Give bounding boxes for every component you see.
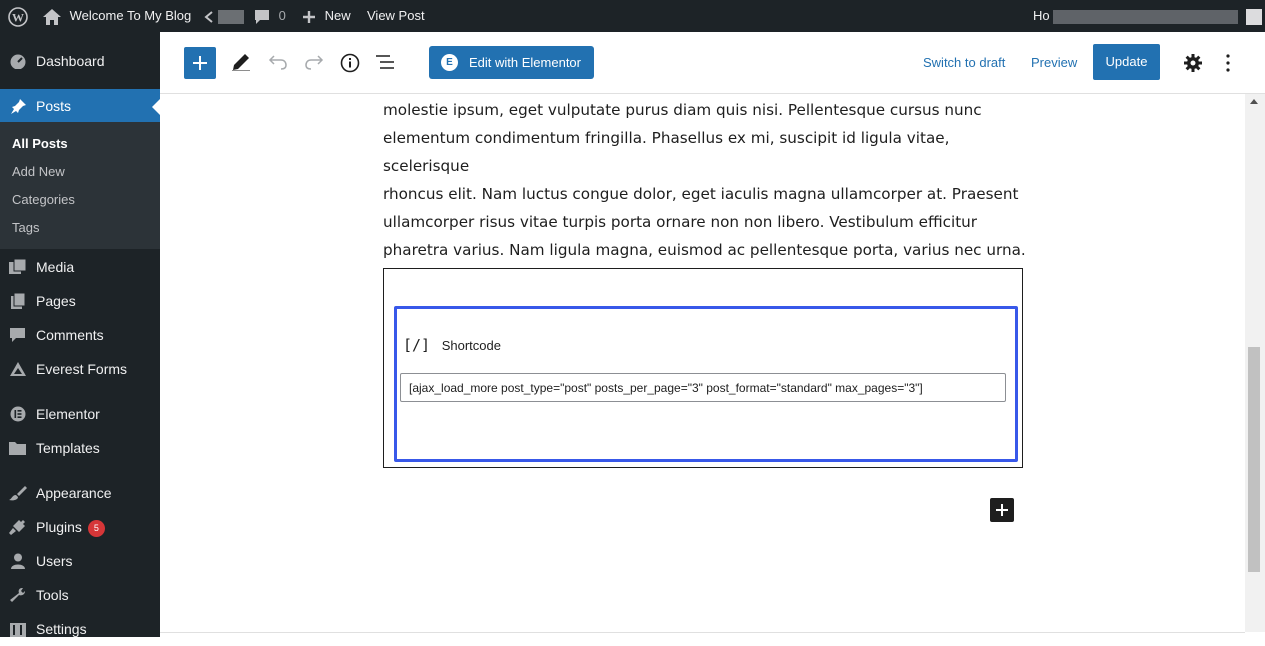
list-view-button[interactable] bbox=[375, 54, 397, 75]
sidebar-item-settings[interactable]: Settings bbox=[0, 612, 160, 646]
media-icon bbox=[9, 259, 27, 274]
editor-toolbar: E Edit with Elementor Switch to draft Pr… bbox=[160, 32, 1265, 94]
comment-bubble-icon bbox=[255, 9, 269, 24]
sidebar-item-media[interactable]: Media bbox=[0, 250, 160, 284]
switch-to-draft-button[interactable]: Switch to draft bbox=[923, 55, 1005, 70]
paragraph-block[interactable]: molestie ipsum, eget vulputate purus dia… bbox=[383, 94, 1033, 264]
paragraph-line: molestie ipsum, eget vulputate purus dia… bbox=[383, 101, 982, 119]
wordpress-logo-icon[interactable]: W bbox=[8, 0, 28, 32]
elementor-icon bbox=[10, 406, 26, 422]
submenu-tags[interactable]: Tags bbox=[12, 214, 39, 242]
pin-icon bbox=[11, 99, 26, 114]
tools-button[interactable] bbox=[232, 53, 250, 76]
sidebar-item-users[interactable]: Users bbox=[0, 544, 160, 578]
content-scrollbar[interactable] bbox=[1245, 94, 1265, 632]
undo-icon bbox=[268, 55, 287, 70]
plug-icon bbox=[9, 520, 25, 535]
plus-icon bbox=[996, 504, 1008, 516]
comments-count: 0 bbox=[278, 8, 286, 23]
pages-icon bbox=[11, 293, 26, 309]
details-button[interactable] bbox=[340, 53, 360, 78]
sidebar-item-dashboard[interactable]: Dashboard bbox=[0, 44, 160, 78]
scrollbar-thumb[interactable] bbox=[1248, 347, 1260, 572]
paragraph-line: elementum condimentum fringilla. Phasell… bbox=[383, 129, 950, 175]
update-button[interactable]: Update bbox=[1093, 44, 1160, 80]
shortcode-block[interactable]: [/] Shortcode bbox=[394, 306, 1018, 462]
paragraph-line: pharetra varius. Nam ligula magna, euism… bbox=[383, 241, 1026, 259]
edit-with-elementor-button[interactable]: E Edit with Elementor bbox=[429, 46, 594, 79]
folder-icon bbox=[9, 442, 26, 455]
sidebar-item-posts[interactable]: Posts bbox=[0, 89, 160, 123]
more-vertical-icon bbox=[1226, 54, 1230, 72]
sidebar-item-tools[interactable]: Tools bbox=[0, 578, 160, 612]
group-block[interactable]: [/] Shortcode bbox=[383, 268, 1023, 468]
shortcode-icon: [/] bbox=[403, 336, 431, 354]
forms-icon bbox=[10, 362, 26, 376]
sidebar-item-plugins[interactable]: Plugins 5 bbox=[0, 510, 160, 544]
brush-icon bbox=[9, 486, 27, 501]
submenu-add-new[interactable]: Add New bbox=[12, 158, 65, 186]
undo-button[interactable] bbox=[268, 54, 288, 75]
sidebar-item-templates[interactable]: Templates bbox=[0, 431, 160, 465]
svg-text:W: W bbox=[12, 10, 24, 24]
sidebar-item-everest-forms[interactable]: Everest Forms bbox=[0, 352, 160, 386]
wrench-icon bbox=[10, 588, 25, 602]
shortcode-block-header: [/] Shortcode bbox=[403, 336, 501, 354]
redo-icon bbox=[305, 55, 324, 70]
plugins-label: Plugins bbox=[36, 519, 82, 535]
sidebar-item-comments[interactable]: Comments bbox=[0, 318, 160, 352]
pencil-icon bbox=[232, 54, 250, 72]
my-account-link[interactable]: Ho bbox=[1033, 0, 1262, 32]
submenu-all-posts[interactable]: All Posts bbox=[12, 130, 68, 158]
dashboard-icon bbox=[10, 54, 26, 69]
admin-sidebar: Dashboard Posts All Posts Add New Catego… bbox=[0, 32, 160, 637]
elementor-logo-icon: E bbox=[441, 54, 458, 71]
submenu-categories[interactable]: Categories bbox=[12, 186, 75, 214]
home-icon bbox=[43, 8, 61, 25]
site-home-link[interactable]: Welcome To My Blog bbox=[42, 0, 191, 32]
comments-link[interactable]: 0 bbox=[253, 0, 286, 32]
current-menu-arrow bbox=[152, 99, 160, 115]
list-view-icon bbox=[376, 55, 394, 69]
comments-icon bbox=[10, 328, 25, 342]
posts-submenu: All Posts Add New Categories Tags bbox=[0, 122, 160, 249]
block-appender-button[interactable] bbox=[990, 498, 1014, 522]
redo-button[interactable] bbox=[304, 54, 324, 75]
plus-icon bbox=[193, 56, 207, 70]
paragraph-line: ullamcorper risus vitae turpis porta orn… bbox=[383, 213, 978, 231]
block-inserter-button[interactable] bbox=[184, 47, 216, 79]
updates-link[interactable] bbox=[204, 0, 244, 32]
sidebar-item-elementor[interactable]: Elementor bbox=[0, 397, 160, 431]
gear-icon bbox=[1184, 54, 1202, 72]
new-label: New bbox=[324, 8, 351, 23]
greeting-text: Ho bbox=[1033, 8, 1050, 23]
info-icon bbox=[340, 53, 360, 73]
site-name: Welcome To My Blog bbox=[69, 8, 192, 23]
scroll-up-arrow-icon[interactable] bbox=[1250, 99, 1258, 104]
admin-bar: W Welcome To My Blog 0 New View Post Ho bbox=[0, 0, 1265, 32]
plugins-update-badge: 5 bbox=[87, 519, 105, 537]
paragraph-line: rhoncus elit. Nam luctus congue dolor, e… bbox=[383, 185, 1019, 203]
sidebar-item-appearance[interactable]: Appearance bbox=[0, 476, 160, 510]
new-content-link[interactable]: New bbox=[302, 0, 351, 32]
plus-icon bbox=[303, 10, 315, 23]
shortcode-input[interactable] bbox=[400, 373, 1006, 402]
avatar bbox=[1245, 8, 1262, 25]
editor-canvas: molestie ipsum, eget vulputate purus dia… bbox=[160, 94, 1245, 632]
user-icon bbox=[11, 553, 25, 569]
footer-divider bbox=[160, 632, 1245, 638]
view-post-link[interactable]: View Post bbox=[367, 0, 425, 32]
preview-button[interactable]: Preview bbox=[1031, 55, 1077, 70]
settings-button[interactable] bbox=[1183, 53, 1203, 78]
refresh-icon bbox=[204, 10, 213, 23]
sidebar-item-pages[interactable]: Pages bbox=[0, 284, 160, 318]
shortcode-label: Shortcode bbox=[441, 338, 501, 353]
settings-icon bbox=[10, 623, 26, 637]
options-menu-button[interactable] bbox=[1224, 53, 1232, 78]
